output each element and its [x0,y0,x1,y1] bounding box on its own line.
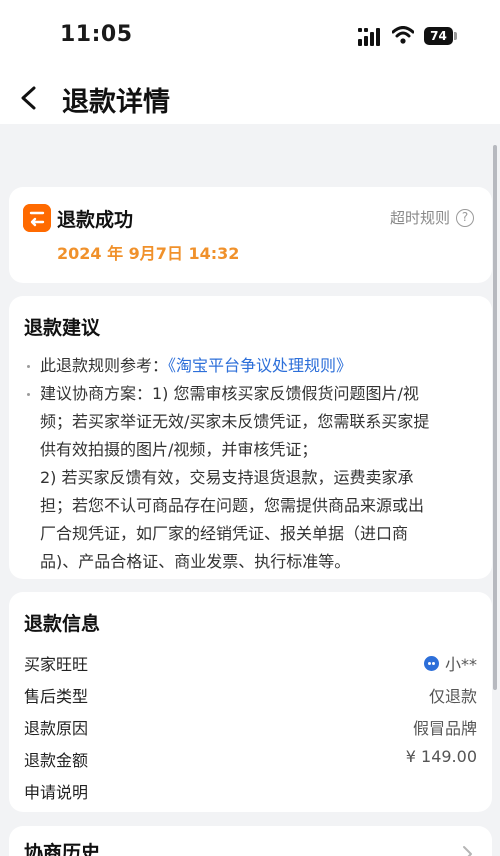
wifi-icon [392,26,414,44]
bullet-icon [27,393,30,396]
info-label: 退款金额 [24,751,89,770]
advice-section-title: 退款建议 [24,317,101,339]
back-button[interactable] [14,80,46,116]
status-bar: 11:05 74 [0,0,500,72]
info-label: 售后类型 [24,687,89,706]
help-icon: ? [456,208,474,227]
history-section-title: 协商历史 [24,842,101,856]
refund-info-card: 退款信息 买家旺旺 小** 售后类型 仅退款 退款原因 假冒品牌 退款金额 ¥ … [9,592,492,812]
bullet-icon [27,365,30,368]
refund-status-icon [23,204,51,232]
timeout-rule-link[interactable]: 超时规则 ? [390,207,474,228]
refund-amount: ¥ 149.00 [405,747,477,766]
nav-bar: 退款详情 [0,72,500,124]
advice-line: 供有效拍摄的图片/视频，并审核凭证； [40,440,318,459]
advice-plan-item: 建议协商方案：1) 您需审核买家反馈假货问题图片/视 [24,380,479,408]
refund-status-title: 退款成功 [57,209,134,231]
cellular-signal-icon [358,28,380,46]
chevron-right-icon [463,846,472,856]
advice-line: 品)、产品合格证、商业发票、执行标准等。 [40,552,351,571]
advice-rule-prefix: 此退款规则参考： [40,356,169,375]
buyer-wangwang[interactable]: 小** [423,651,477,675]
chat-icon [423,655,439,671]
buyer-name: 小** [444,655,477,674]
battery-cap [454,32,457,40]
dispute-rule-link[interactable]: 《淘宝平台争议处理规则》 [168,356,352,375]
refund-status-card: 退款成功 超时规则 ? 2024 年 9月7日 14:32 [9,187,492,283]
info-row-buyer: 买家旺旺 小** [24,647,477,675]
info-row-reason: 退款原因 假冒品牌 [24,711,477,739]
battery-icon: 74 [424,27,453,45]
timeout-rule-label: 超时规则 [389,209,450,227]
advice-body: 此退款规则参考：《淘宝平台争议处理规则》 建议协商方案：1) 您需审核买家反馈假… [24,352,479,576]
info-label: 申请说明 [24,783,89,802]
page-title: 退款详情 [62,87,170,118]
info-label: 买家旺旺 [24,655,89,674]
advice-rule-item: 此退款规则参考：《淘宝平台争议处理规则》 [24,352,479,380]
info-label: 退款原因 [24,719,89,738]
info-row-type: 售后类型 仅退款 [24,679,477,707]
advice-line: 建议协商方案：1) 您需审核买家反馈假货问题图片/视 [40,384,419,403]
advice-line: 2) 若买家反馈有效，交易支持退货退款，运费卖家承 [40,468,414,487]
info-section-title: 退款信息 [24,613,101,635]
advice-line: 担；若您不认可商品存在问题，您需提供商品来源或出 [40,496,425,515]
info-row-note: 申请说明 [24,775,477,803]
advice-line: 频；若买家举证无效/买家未反馈凭证，您需联系买家提 [40,412,430,431]
info-row-amount: 退款金额 ¥ 149.00 [24,743,477,771]
info-value: 仅退款 [428,687,477,706]
refund-status-date: 2024 年 9月7日 14:32 [57,244,240,263]
info-value: 假冒品牌 [412,719,477,738]
negotiation-history-card[interactable]: 协商历史 [9,826,492,856]
status-time: 11:05 [60,22,133,47]
advice-line: 厂合规凭证，如厂家的经销凭证、报关单据（进口商 [40,524,409,543]
refund-advice-card: 退款建议 此退款规则参考：《淘宝平台争议处理规则》 建议协商方案：1) 您需审核… [9,296,492,579]
scrollbar[interactable] [493,145,497,690]
